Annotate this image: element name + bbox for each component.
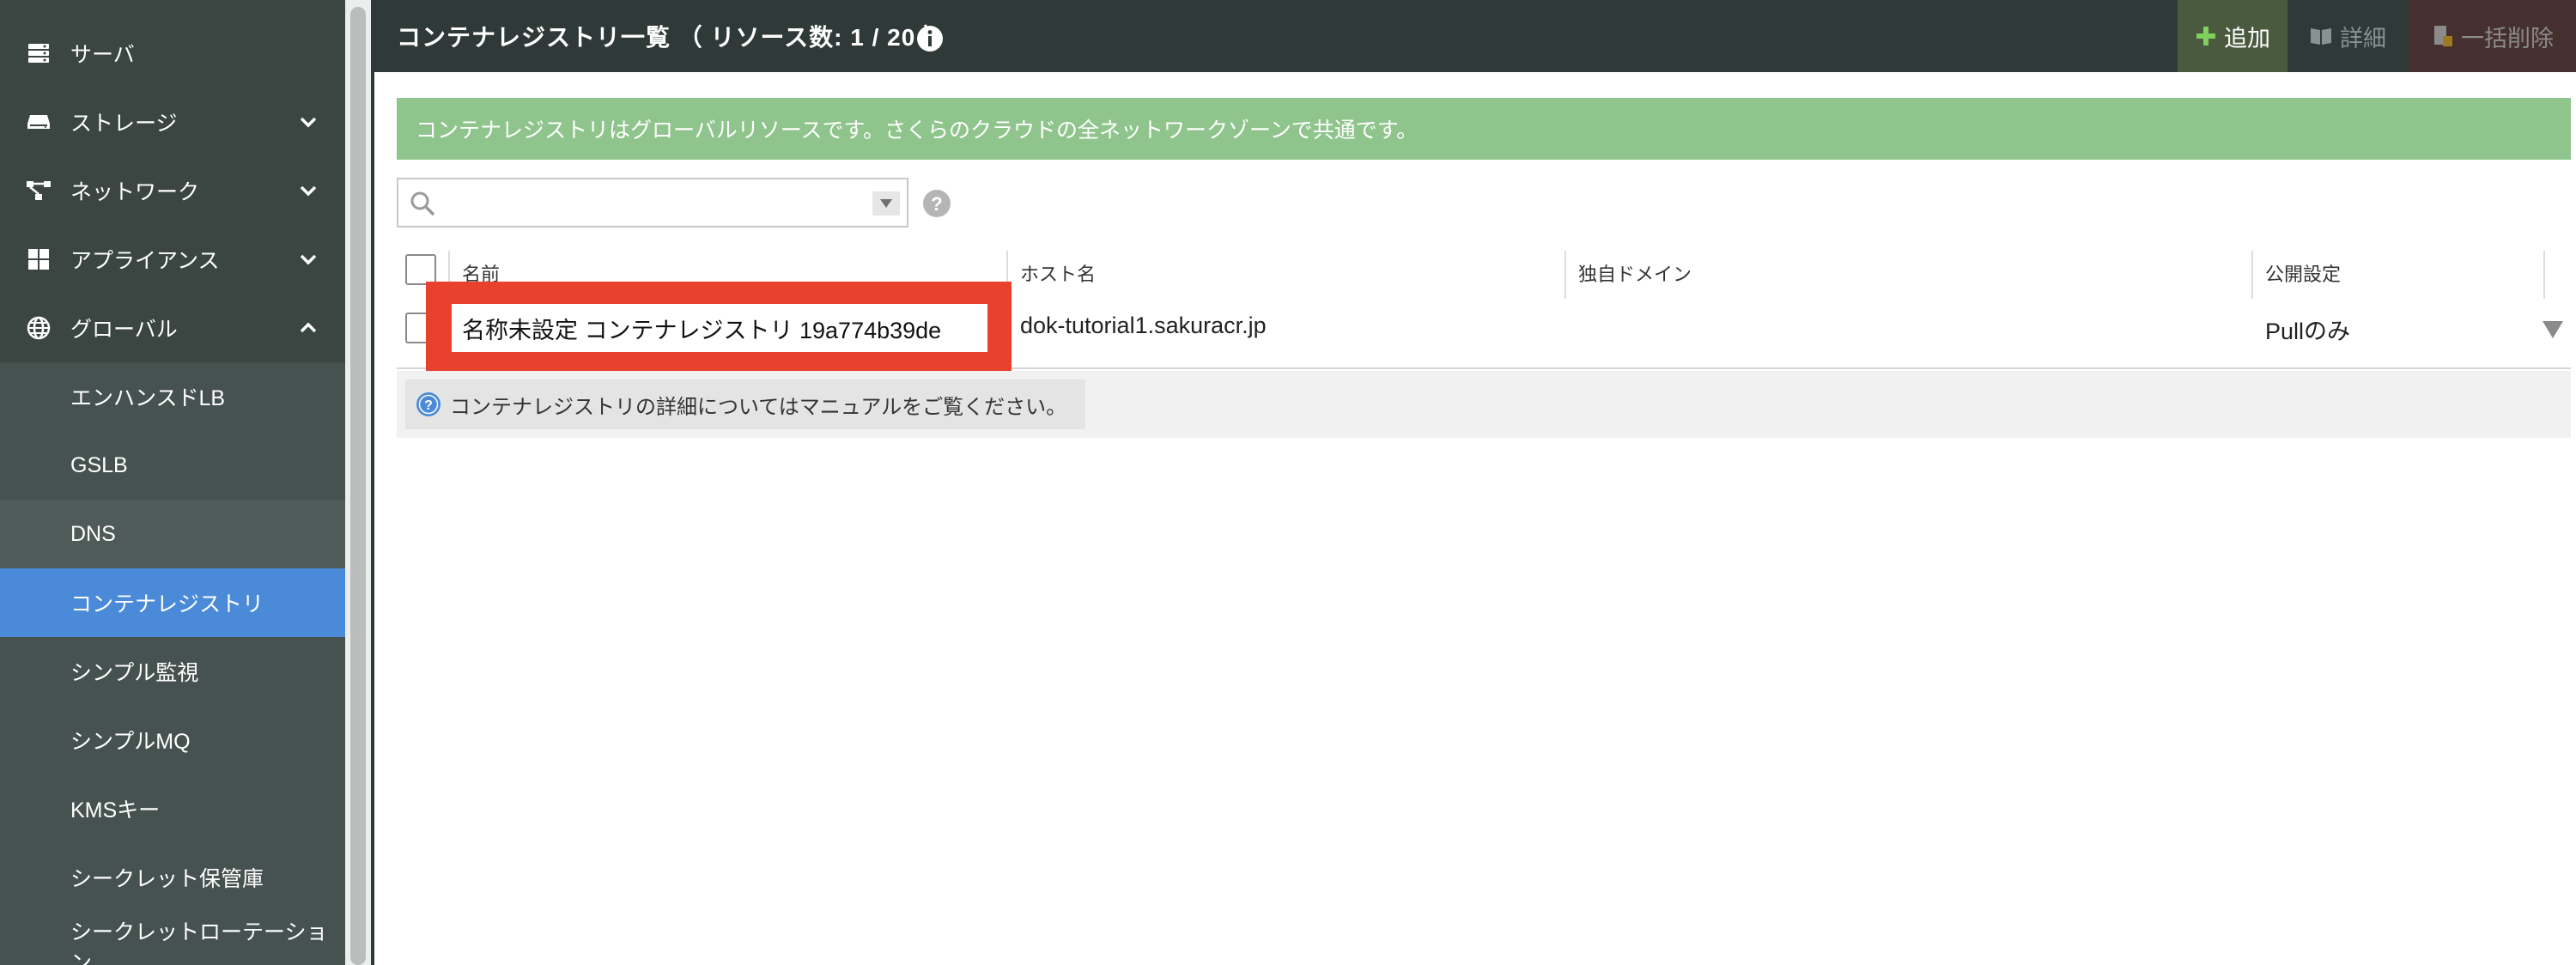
sidebar-item-appliance[interactable]: アプライアンス: [0, 225, 345, 294]
column-divider: [1564, 251, 1566, 299]
sidebar-item-network[interactable]: ネットワーク: [0, 156, 345, 225]
sidebar-item-label: KMSキー: [70, 798, 161, 822]
column-header-domain[interactable]: 独自ドメイン: [1578, 259, 1692, 287]
svg-text:?: ?: [424, 398, 433, 413]
row-visibility: Pullのみ: [2265, 319, 2351, 344]
sidebar: サーバ ストレージ ネットワーク アプライアンス グローバル エンハンスドLB …: [0, 0, 345, 965]
detail-button[interactable]: 詳細: [2291, 0, 2404, 72]
book-icon: [2311, 28, 2331, 45]
sidebar-item-label: グローバル: [70, 318, 178, 342]
info-banner-text: コンテナレジストリはグローバルリソースです。さくらのクラウドの全ネットワークゾー…: [416, 118, 1419, 143]
plus-icon: [2196, 27, 2215, 46]
manual-note-text: コンテナレジストリの詳細についてはマニュアルをご覧ください。: [450, 395, 1067, 419]
sidebar-item-enhanced-lb[interactable]: エンハンスドLB: [0, 362, 345, 431]
column-header-visibility[interactable]: 公開設定: [2265, 259, 2341, 287]
column-header-host[interactable]: ホスト名: [1020, 259, 1096, 287]
sidebar-item-dns[interactable]: DNS: [0, 500, 345, 568]
info-banner: コンテナレジストリはグローバルリソースです。さくらのクラウドの全ネットワークゾー…: [397, 98, 2571, 160]
sidebar-item-label: シークレットローテーション: [70, 920, 328, 965]
sidebar-item-server[interactable]: サーバ: [0, 19, 345, 88]
select-all-checkbox[interactable]: [405, 254, 436, 285]
caret-down-icon: [880, 199, 892, 208]
row-host: dok-tutorial1.sakuracr.jp: [1020, 313, 1267, 338]
sidebar-item-label: エンハンスドLB: [70, 386, 226, 410]
bulk-delete-button-label: 一括削除: [2461, 25, 2554, 52]
chevron-down-icon[interactable]: [297, 248, 319, 270]
sidebar-item-gslb[interactable]: GSLB: [0, 431, 345, 500]
sidebar-item-label: アプライアンス: [70, 249, 220, 273]
row-name[interactable]: 名称未設定 コンテナレジストリ 19a774b39de: [452, 304, 987, 352]
sidebar-item-storage[interactable]: ストレージ: [0, 88, 345, 156]
page-header: コンテナレジストリ一覧 （ リソース数: 1 / 20 ） 追加 詳細 一括削除: [374, 0, 2576, 72]
appliance-icon: [26, 246, 52, 272]
help-icon[interactable]: ?: [922, 189, 951, 218]
bulk-delete-button[interactable]: 一括削除: [2409, 0, 2576, 72]
info-icon[interactable]: [915, 24, 945, 53]
row-expand-icon[interactable]: [2542, 319, 2564, 340]
help-icon[interactable]: ?: [416, 391, 441, 417]
sidebar-item-label: コンテナレジストリ: [70, 592, 264, 616]
network-icon: [26, 178, 52, 203]
sidebar-item-label: シンプルMQ: [70, 730, 191, 754]
sidebar-item-label: GSLB: [70, 452, 128, 477]
sidebar-item-kms-key[interactable]: KMSキー: [0, 774, 345, 843]
manual-note: コンテナレジストリの詳細についてはマニュアルをご覧ください。: [405, 379, 1085, 429]
page-title: コンテナレジストリ一覧 （ リソース数: 1 / 20 ）: [397, 24, 949, 51]
sidebar-item-secret-vault[interactable]: シークレット保管庫: [0, 843, 345, 912]
sidebar-item-simple-monitor[interactable]: シンプル監視: [0, 637, 345, 706]
search-dropdown-button[interactable]: [872, 191, 900, 215]
column-divider: [2543, 251, 2545, 299]
storage-icon: [26, 109, 52, 135]
sidebar-item-label: ネットワーク: [70, 180, 200, 204]
search-icon: [410, 191, 435, 216]
chevron-down-icon[interactable]: [297, 111, 319, 133]
trash-icon: [2434, 26, 2452, 46]
add-button[interactable]: 追加: [2178, 0, 2287, 72]
server-icon: [26, 40, 52, 66]
svg-text:?: ?: [931, 193, 942, 215]
sidebar-item-label: サーバ: [70, 43, 135, 67]
row-name-text: 名称未設定 コンテナレジストリ 19a774b39de: [462, 317, 942, 343]
sidebar-item-secret-rotation[interactable]: シークレットローテーション: [0, 912, 345, 965]
sidebar-item-label: シークレット保管庫: [70, 867, 264, 891]
column-divider: [2251, 251, 2253, 299]
chevron-down-icon[interactable]: [297, 179, 319, 202]
sidebar-scrollbar-thumb[interactable]: [350, 7, 366, 965]
chevron-up-icon[interactable]: [297, 317, 319, 339]
search-box[interactable]: [397, 178, 908, 228]
sidebar-item-container-registry[interactable]: コンテナレジストリ: [0, 568, 345, 637]
sidebar-item-label: DNS: [70, 521, 116, 546]
sidebar-item-global[interactable]: グローバル: [0, 294, 345, 362]
sidebar-item-label: シンプル監視: [70, 661, 199, 685]
sidebar-item-label: ストレージ: [70, 112, 178, 136]
divider: [371, 0, 374, 965]
globe-icon: [26, 315, 52, 341]
search-input[interactable]: [447, 186, 828, 221]
add-button-label: 追加: [2224, 25, 2270, 52]
sidebar-item-simple-mq[interactable]: シンプルMQ: [0, 706, 345, 774]
detail-button-label: 詳細: [2340, 25, 2386, 52]
